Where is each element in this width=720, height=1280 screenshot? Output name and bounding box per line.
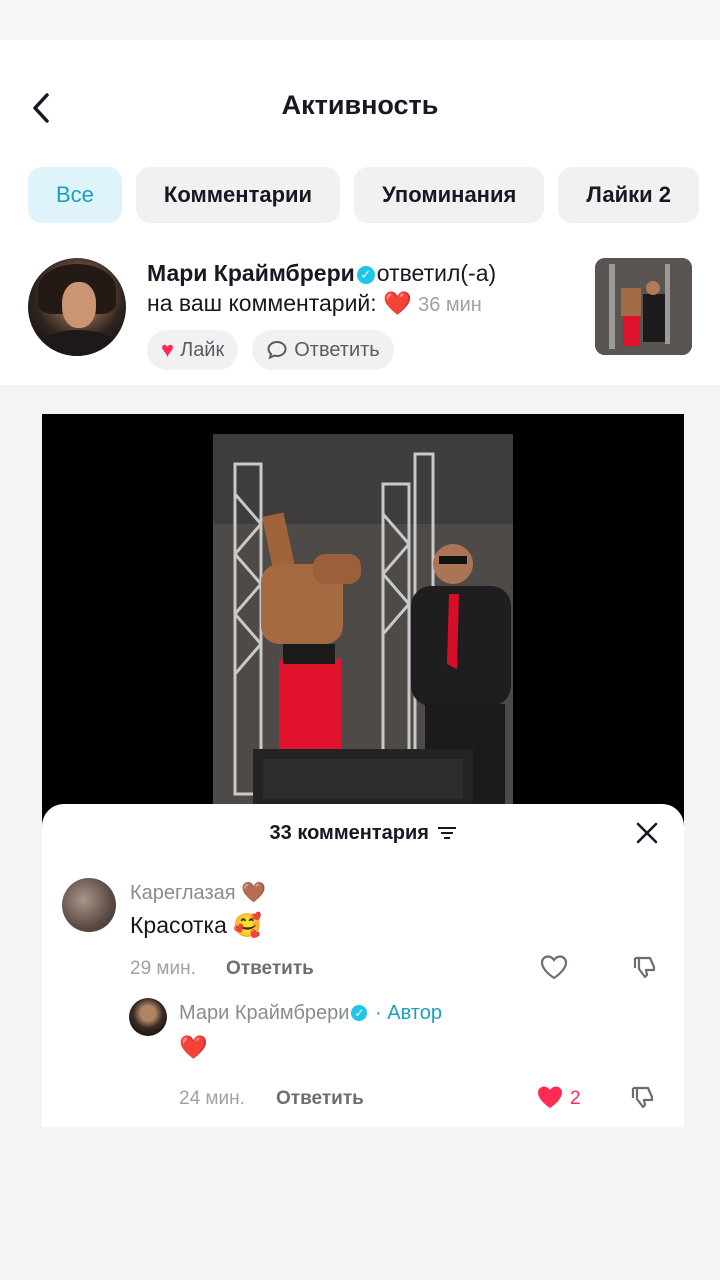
like-label: Лайк (180, 338, 225, 361)
reply-reply-button[interactable]: Ответить (276, 1088, 364, 1110)
comments-count-label: 33 комментария (269, 822, 429, 844)
heart-icon: ♥ (161, 337, 175, 362)
close-icon (636, 822, 658, 844)
reply-username[interactable]: Мари Краймбрери ✓ · Автор (179, 1002, 442, 1025)
reply-like-button[interactable] (536, 1084, 564, 1114)
verified-badge-icon: ✓ (356, 266, 375, 284)
video-player[interactable] (213, 434, 513, 804)
verified-badge-icon: ✓ (351, 1005, 368, 1021)
reply-text: ❤️ (179, 1034, 208, 1061)
comment-like-button[interactable] (540, 954, 568, 984)
like-button[interactable]: ♥ Лайк (147, 330, 239, 370)
commenter-avatar[interactable] (62, 878, 116, 932)
comment-username-text: Кареглазая (130, 882, 236, 904)
status-bar-area (0, 0, 720, 40)
concert-video-frame (213, 434, 513, 804)
comments-count-title[interactable]: 33 комментария (42, 822, 684, 845)
heart-outline-icon (540, 955, 568, 980)
notification-time: 36 мин (418, 294, 482, 316)
notification-actions: ♥ Лайк Ответить (147, 330, 394, 370)
comment-reply-button[interactable]: Ответить (226, 958, 314, 980)
tab-likes[interactable]: Лайки 2 (558, 167, 699, 223)
notification-text[interactable]: Мари Краймбрери ✓ ответил(-а) на ваш комме… (147, 258, 577, 320)
tab-mentions[interactable]: Упоминания (354, 167, 545, 223)
comment-time: 29 мин. (130, 958, 196, 979)
notification-action: ответил(-а) (376, 260, 497, 286)
tab-comments[interactable]: Комментарии (135, 167, 341, 223)
thumbs-down-icon (633, 956, 656, 979)
brown-heart-emoji: 🤎 (241, 882, 267, 904)
notification-user-avatar[interactable] (28, 258, 126, 356)
reply-username-text: Мари Краймбрери (179, 1002, 350, 1024)
thumbs-down-icon (631, 1086, 654, 1109)
notification-username[interactable]: Мари Краймбрери (147, 260, 355, 286)
comments-sheet: 33 комментария Кареглазая 🤎 Красотка 🥰 2… (42, 804, 684, 1127)
smiling-hearts-emoji: 🥰 (233, 912, 262, 938)
heart-emoji-icon: ❤️ (383, 290, 412, 316)
reply-dislike-button[interactable] (630, 1084, 656, 1114)
filter-tabs: Все Комментарии Упоминания Лайки 2 (28, 167, 699, 223)
close-button[interactable] (636, 820, 658, 850)
page-title: Активность (281, 90, 439, 120)
comment-dislike-button[interactable] (632, 954, 658, 984)
author-badge: Автор (387, 1002, 442, 1024)
comment-text-body: Красотка (130, 912, 227, 938)
red-heart-emoji: ❤️ (179, 1034, 208, 1060)
tab-all[interactable]: Все (28, 167, 122, 223)
comment-bubble-icon (267, 340, 287, 360)
author-separator: · (375, 1002, 382, 1024)
author-avatar[interactable] (129, 998, 167, 1036)
reply-label: Ответить (294, 338, 380, 361)
reply-button[interactable]: Ответить (252, 330, 394, 370)
comment-username[interactable]: Кареглазая 🤎 (130, 880, 266, 905)
notification-line2: на ваш комментарий: (147, 290, 377, 316)
thumbnail-image (595, 258, 692, 355)
sort-icon (438, 827, 457, 839)
reply-like-count: 2 (570, 1088, 581, 1109)
video-thumbnail[interactable] (595, 258, 692, 355)
comment-text: Красотка 🥰 (130, 912, 262, 939)
reply-time: 24 мин. (179, 1088, 245, 1109)
heart-filled-icon (538, 1086, 562, 1108)
